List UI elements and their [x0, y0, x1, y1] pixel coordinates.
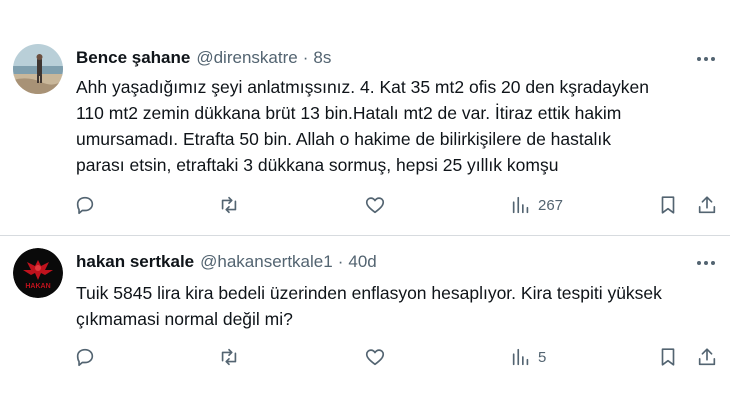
beach-photo-avatar: [13, 44, 63, 94]
share-icon: [698, 348, 716, 366]
tweet[interactable]: HAKAN hakan sertkale @hakansertkale1 · 4…: [0, 236, 730, 420]
views-icon: [512, 196, 529, 214]
action-bar: 5: [72, 344, 722, 370]
bookmark-icon: [661, 348, 675, 366]
avatar-logo-text: HAKAN: [25, 283, 50, 290]
like-icon: [365, 349, 385, 366]
repost-icon: [221, 196, 237, 214]
action-bar: 267: [72, 192, 722, 218]
views-button[interactable]: 5: [510, 344, 546, 370]
author-name[interactable]: hakan sertkale: [76, 252, 194, 272]
tweet-text: Ahh yaşadığımız şeyi anlatmışsınız. 4. K…: [76, 77, 649, 175]
more-button[interactable]: [694, 253, 718, 273]
share-button[interactable]: [696, 344, 718, 370]
tweet-header: hakan sertkale @hakansertkale1 · 40d: [76, 251, 377, 273]
reply-button[interactable]: [74, 344, 96, 370]
reply-button[interactable]: [74, 192, 96, 218]
bookmark-button[interactable]: [657, 192, 679, 218]
bookmark-button[interactable]: [657, 344, 679, 370]
reply-icon: [76, 348, 94, 367]
avatar[interactable]: HAKAN: [13, 248, 63, 298]
share-button[interactable]: [696, 192, 718, 218]
reply-feed: Bence şahane @direnskatre · 8s Ahh yaşad…: [0, 0, 730, 420]
views-icon: [512, 348, 529, 366]
hakan-logo-avatar: HAKAN: [13, 248, 63, 298]
like-button[interactable]: [364, 192, 386, 218]
like-button[interactable]: [364, 344, 386, 370]
more-icon: [697, 261, 715, 265]
repost-button[interactable]: [218, 344, 240, 370]
author-name[interactable]: Bence şahane: [76, 48, 190, 68]
tweet-header: Bence şahane @direnskatre · 8s: [76, 47, 331, 69]
bookmark-icon: [661, 196, 675, 214]
like-icon: [365, 197, 385, 214]
avatar[interactable]: [13, 44, 63, 94]
author-handle[interactable]: @direnskatre: [196, 48, 297, 68]
separator-dot: ·: [337, 252, 344, 271]
more-button[interactable]: [694, 49, 718, 69]
tweet-text: Tuik 5845 lira kira bedeli üzerinden enf…: [76, 283, 662, 329]
separator-dot: ·: [302, 48, 309, 67]
views-button[interactable]: 267: [510, 192, 563, 218]
views-count: 267: [538, 196, 564, 214]
views-count: 5: [538, 348, 547, 366]
timestamp[interactable]: 40d: [348, 252, 376, 272]
timestamp[interactable]: 8s: [313, 48, 331, 68]
repost-icon: [221, 348, 237, 366]
repost-button[interactable]: [218, 192, 240, 218]
share-icon: [698, 196, 716, 214]
more-icon: [697, 57, 715, 61]
reply-icon: [76, 196, 94, 215]
author-handle[interactable]: @hakansertkale1: [200, 252, 333, 272]
tweet[interactable]: Bence şahane @direnskatre · 8s Ahh yaşad…: [0, 0, 730, 236]
